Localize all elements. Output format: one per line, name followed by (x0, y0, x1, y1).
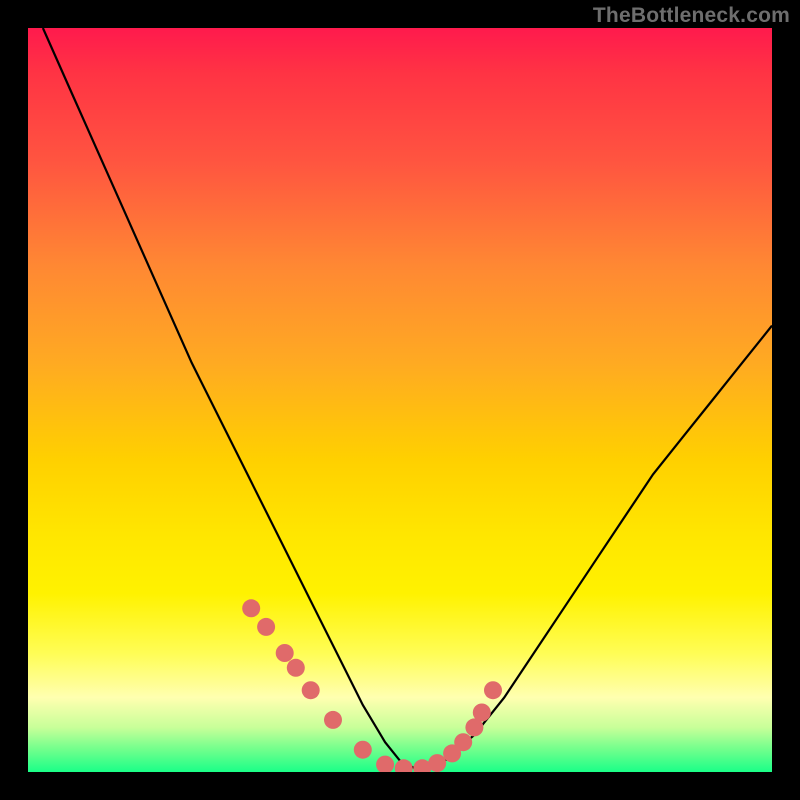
highlight-dot (376, 756, 394, 772)
highlight-dot (257, 618, 275, 636)
bottleneck-curve (43, 28, 772, 768)
highlight-dots (242, 599, 502, 772)
chart-frame: TheBottleneck.com (0, 0, 800, 800)
highlight-dot (302, 681, 320, 699)
highlight-dot (287, 659, 305, 677)
curve-layer (28, 28, 772, 772)
watermark-text: TheBottleneck.com (593, 4, 790, 28)
highlight-dot (473, 704, 491, 722)
highlight-dot (354, 741, 372, 759)
highlight-dot (428, 754, 446, 772)
highlight-dot (324, 711, 342, 729)
highlight-dot (454, 733, 472, 751)
highlight-dot (395, 759, 413, 772)
highlight-dot (242, 599, 260, 617)
highlight-dot (484, 681, 502, 699)
plot-area (28, 28, 772, 772)
highlight-dot (276, 644, 294, 662)
